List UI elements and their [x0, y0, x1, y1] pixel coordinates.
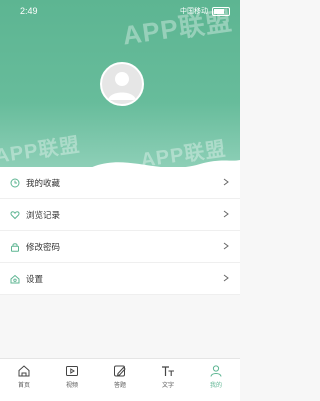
profile-header: 2:49 中国移动 APP联盟 APP联盟 APP联盟	[0, 0, 240, 170]
chevron-right-icon	[223, 242, 229, 250]
heart-icon	[10, 210, 20, 219]
tab-label: 答题	[113, 383, 126, 389]
menu-item-history[interactable]: 浏览记录	[0, 199, 240, 231]
chevron-right-icon	[223, 178, 229, 186]
menu-item-label: 浏览记录	[26, 209, 61, 220]
tab-label: 文字	[161, 383, 174, 389]
pen-icon	[114, 365, 126, 377]
menu-item-label: 我的收藏	[26, 177, 61, 188]
tab-label: 首页	[17, 383, 30, 389]
tab-home[interactable]: 首页	[0, 359, 48, 401]
menu-item-settings[interactable]: 设置	[0, 263, 240, 295]
status-time: 2:49	[20, 6, 38, 16]
tab-mine[interactable]: 我的	[192, 359, 240, 401]
profile-menu: 我的收藏 浏览记录 修改密码 设置	[0, 167, 240, 295]
text-icon	[162, 366, 174, 376]
clock-icon	[10, 178, 20, 187]
lock-icon	[11, 242, 19, 252]
user-avatar-icon	[108, 72, 136, 100]
user-icon	[210, 365, 222, 377]
avatar[interactable]	[100, 62, 144, 106]
menu-item-change-password[interactable]: 修改密码	[0, 231, 240, 263]
video-icon	[66, 366, 78, 376]
home-gear-icon	[10, 274, 20, 283]
tab-quiz[interactable]: 答题	[96, 359, 144, 401]
tab-label: 我的	[209, 383, 222, 389]
menu-item-favorites[interactable]: 我的收藏	[0, 167, 240, 199]
menu-item-label: 修改密码	[26, 241, 61, 252]
menu-item-label: 设置	[26, 273, 44, 284]
tab-text[interactable]: 文字	[144, 359, 192, 401]
bottom-tab-bar: 首页 视频 答题 文字 我的	[0, 358, 240, 401]
chevron-right-icon	[223, 274, 229, 282]
tab-video[interactable]: 视频	[48, 359, 96, 401]
home-icon	[18, 365, 30, 377]
chevron-right-icon	[223, 210, 229, 218]
tab-label: 视频	[65, 383, 78, 389]
